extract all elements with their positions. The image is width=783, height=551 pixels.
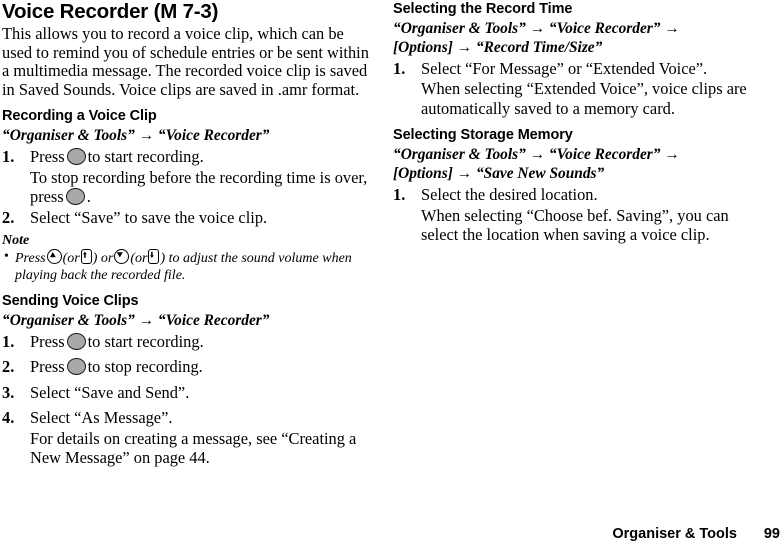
intro-paragraph: This allows you to record a voice clip, … <box>2 24 369 99</box>
step-text: Select “For Message” or “Extended Voice”… <box>421 59 708 78</box>
step-text: Press to start recording. <box>30 332 374 351</box>
step-item: 1. Select the desired location. When sel… <box>393 185 765 244</box>
menu-path-line-1: “Organiser & Tools” → “Voice Recorder” → <box>393 146 680 164</box>
note-part-4: (or <box>130 251 148 266</box>
step-number: 3. <box>2 382 15 402</box>
step-item: 4. Select “As Message”. For details on c… <box>2 408 374 467</box>
nav-key-down-icon <box>114 249 130 264</box>
step-number: 2. <box>2 207 15 227</box>
step-subtext: When selecting “Choose bef. Saving”, you… <box>421 205 729 245</box>
nav-key-up-icon <box>46 249 62 264</box>
step-text: Press to start recording. <box>30 147 374 166</box>
center-key-icon <box>66 148 86 166</box>
step-number: 1. <box>2 332 15 351</box>
section-heading-sending-voice-clips: Sending Voice Clips <box>2 293 139 309</box>
step-item: 1. Select “For Message” or “Extended Voi… <box>393 59 765 118</box>
step-text: Press to stop recording. <box>30 357 374 376</box>
menu-path-storage-memory: “Organiser & Tools” → “Voice Recorder” →… <box>393 145 765 183</box>
menu-path-line-2: [Options] → “Record Time/Size” <box>393 39 603 56</box>
menu-path-line-1: “Organiser & Tools” → “Voice Recorder” → <box>393 20 680 37</box>
section-heading-recording-a-voice-clip: Recording a Voice Clip <box>2 108 157 125</box>
center-key-icon <box>66 358 86 376</box>
step-item: 1. Press to start recording. To stop reco… <box>2 147 374 206</box>
note-part-3: ) or <box>92 251 114 266</box>
step-number: 1. <box>393 185 406 205</box>
footer-page-number: 99 <box>763 526 780 542</box>
step-text-after: to start recording. <box>87 332 204 351</box>
step-text-before: Press <box>30 357 65 377</box>
page-title: Voice Recorder (M 7-3) <box>2 0 219 23</box>
note-part-1: Press <box>15 251 46 266</box>
step-text-before: Press <box>30 147 65 167</box>
step-text-after: to start recording. <box>87 147 204 167</box>
note-bullet: • Press (or ) or (or ) to adjust the soun… <box>2 249 374 284</box>
center-key-icon <box>65 188 85 206</box>
section-heading-selecting-storage-memory: Selecting Storage Memory <box>393 127 573 144</box>
right-column: Selecting the Record Time “Organiser & T… <box>393 0 765 245</box>
step-subtext: To stop recording before the recording t… <box>30 168 374 207</box>
step-text: Select “As Message”. <box>30 408 173 428</box>
menu-path-line-2: [Options] → “Save New Sounds” <box>393 165 605 183</box>
menu-path-record-time: “Organiser & Tools” → “Voice Recorder” →… <box>393 19 765 57</box>
step-number: 4. <box>2 408 15 428</box>
bullet-icon: • <box>4 249 9 264</box>
side-key-down-icon <box>148 249 160 264</box>
step-item: 1. Press to start recording. <box>2 332 374 351</box>
left-column: Voice Recorder (M 7-3) This allows you t… <box>2 0 374 468</box>
step-item: 2. Select “Save” to save the voice clip. <box>2 208 374 227</box>
side-key-up-icon <box>80 249 92 264</box>
step-text-after: to stop recording. <box>87 357 203 377</box>
manual-page: Voice Recorder (M 7-3) This allows you t… <box>0 0 783 551</box>
step-text-before: Press <box>30 332 65 351</box>
page-footer: Organiser & Tools 99 <box>0 526 783 546</box>
step-subtext: When selecting “Extended Voice”, voice c… <box>421 79 747 118</box>
step-text: Select “Save” to save the voice clip. <box>30 207 268 227</box>
step-number: 1. <box>2 147 15 167</box>
footer-chapter-name: Organiser & Tools <box>612 526 737 542</box>
step-subtext-after: . <box>86 187 91 207</box>
step-number: 1. <box>393 59 406 78</box>
step-text: Select the desired location. <box>421 185 598 205</box>
menu-path-sending: “Organiser & Tools” → “Voice Recorder” <box>2 312 270 329</box>
menu-path-recording: “Organiser & Tools” → “Voice Recorder” <box>2 127 270 145</box>
step-text: Select “Save and Send”. <box>30 382 190 402</box>
note-label: Note <box>2 233 30 248</box>
step-item: 2. Press to stop recording. <box>2 357 374 376</box>
step-number: 2. <box>2 357 15 377</box>
section-heading-selecting-the-record-time: Selecting the Record Time <box>393 1 573 17</box>
center-key-icon <box>66 333 86 350</box>
step-item: 3. Select “Save and Send”. <box>2 383 374 402</box>
step-subtext: For details on creating a message, see “… <box>30 428 357 468</box>
note-part-2: (or <box>62 251 80 266</box>
